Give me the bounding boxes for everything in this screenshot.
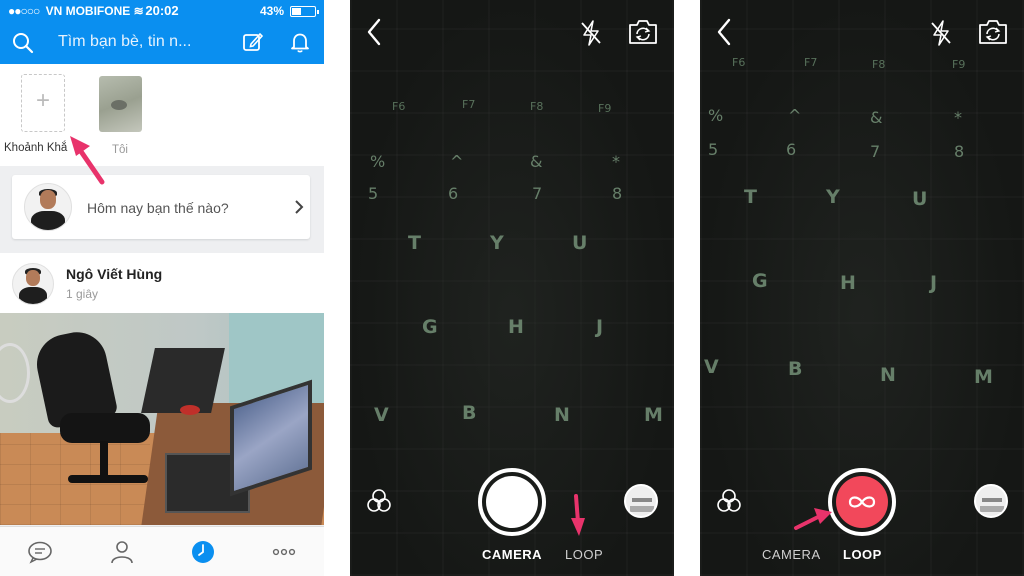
- key-label: *: [612, 152, 620, 171]
- switch-camera-icon[interactable]: [628, 19, 658, 45]
- key-label: %: [370, 152, 386, 171]
- key-label: F7: [804, 56, 818, 69]
- flash-off-icon[interactable]: [580, 20, 602, 46]
- key-label: Y: [490, 232, 504, 254]
- key-label: 8: [954, 142, 965, 161]
- filters-icon[interactable]: [716, 488, 742, 514]
- compose-icon[interactable]: [242, 31, 264, 53]
- shutter-button[interactable]: [478, 468, 546, 536]
- add-moment-button[interactable]: +: [21, 74, 65, 132]
- key-label: ^: [788, 106, 802, 125]
- key-label: B: [462, 402, 477, 424]
- gallery-thumbnail[interactable]: [624, 484, 658, 518]
- key-label: F6: [392, 100, 406, 113]
- mode-loop[interactable]: LOOP: [843, 547, 882, 562]
- feed-screen: ●●○○○ VN MOBIFONE ≋ 20:02 43% Tìm bạn bè…: [0, 0, 324, 576]
- filters-icon[interactable]: [366, 488, 392, 514]
- key-label: N: [554, 404, 570, 426]
- search-input[interactable]: Tìm bạn bè, tin n...: [58, 33, 191, 51]
- key-label: V: [704, 356, 719, 378]
- key-label: ^: [450, 152, 464, 171]
- post-author-avatar[interactable]: [12, 263, 54, 305]
- key-label: J: [596, 316, 604, 338]
- key-label: 5: [708, 140, 719, 159]
- my-moment-thumbnail[interactable]: [99, 76, 142, 132]
- plus-icon: +: [35, 87, 50, 114]
- key-label: H: [840, 272, 856, 294]
- key-label: U: [572, 232, 588, 254]
- avatar: [24, 183, 72, 231]
- key-label: J: [930, 272, 938, 294]
- back-icon[interactable]: [366, 18, 382, 46]
- key-label: M: [974, 366, 993, 388]
- key-label: V: [374, 404, 389, 426]
- search-icon[interactable]: [12, 32, 34, 54]
- messages-icon[interactable]: [27, 539, 53, 565]
- annotation-arrow: [571, 494, 585, 536]
- key-label: B: [788, 358, 803, 380]
- key-label: G: [422, 316, 438, 338]
- chevron-right-icon: [295, 200, 304, 214]
- key-label: &: [530, 152, 543, 171]
- key-label: Y: [826, 186, 840, 208]
- infinity-icon: [848, 496, 876, 508]
- gallery-thumbnail[interactable]: [974, 484, 1008, 518]
- status-composer[interactable]: Hôm nay bạn thế nào?: [12, 175, 310, 239]
- key-label: G: [752, 270, 768, 292]
- post-time: 1 giây: [66, 287, 99, 301]
- key-label: F9: [598, 102, 612, 115]
- key-label: F8: [530, 100, 544, 113]
- key-label: 8: [612, 184, 623, 203]
- key-label: U: [912, 188, 928, 210]
- screenshot-composite: ●●○○○ VN MOBIFONE ≋ 20:02 43% Tìm bạn bè…: [0, 0, 1024, 576]
- annotation-arrow: [70, 136, 105, 185]
- flash-off-icon[interactable]: [930, 20, 952, 46]
- mode-camera[interactable]: CAMERA: [762, 547, 821, 562]
- key-label: 7: [532, 184, 543, 203]
- status-prompt: Hôm nay bạn thế nào?: [87, 200, 229, 216]
- battery-icon: [290, 6, 319, 17]
- loop-record-button[interactable]: [828, 468, 896, 536]
- moments-strip: + Khoảnh Khắ Tôi: [0, 64, 324, 166]
- switch-camera-icon[interactable]: [978, 19, 1008, 45]
- key-label: %: [708, 106, 724, 125]
- battery-percent: 43%: [259, 4, 284, 18]
- status-bar: ●●○○○ VN MOBIFONE ≋ 20:02 43%: [0, 0, 324, 22]
- back-icon[interactable]: [716, 18, 732, 46]
- key-label: F8: [872, 58, 886, 71]
- add-moment-label: Khoảnh Khắ: [4, 142, 68, 154]
- bottom-tab-bar: [0, 526, 324, 576]
- mode-loop[interactable]: LOOP: [565, 547, 603, 562]
- my-moment-label: Tôi: [112, 144, 128, 156]
- camera-screen-camera-mode: F6 F7 F8 F9 % 5 ^ 6 & 7 * 8 T Y U G H J …: [350, 0, 674, 576]
- annotation-arrow: [794, 508, 832, 530]
- contacts-icon[interactable]: [109, 539, 135, 565]
- key-label: 6: [448, 184, 459, 203]
- key-label: F7: [462, 98, 476, 111]
- key-label: 6: [786, 140, 797, 159]
- key-label: F6: [732, 56, 746, 69]
- mode-camera[interactable]: CAMERA: [482, 547, 542, 562]
- post-photo[interactable]: [0, 313, 324, 525]
- key-label: M: [644, 404, 663, 426]
- bell-icon[interactable]: [289, 31, 311, 53]
- key-label: H: [508, 316, 524, 338]
- post-author-name[interactable]: Ngô Viết Hùng: [66, 266, 162, 282]
- timeline-icon[interactable]: [190, 539, 216, 565]
- key-label: T: [744, 186, 757, 208]
- key-label: F9: [952, 58, 966, 71]
- key-label: *: [954, 108, 962, 127]
- more-icon[interactable]: [271, 539, 297, 565]
- key-label: N: [880, 364, 896, 386]
- app-header: Tìm bạn bè, tin n...: [0, 22, 324, 64]
- key-label: &: [870, 108, 883, 127]
- key-label: 5: [368, 184, 379, 203]
- key-label: T: [408, 232, 421, 254]
- post-header: Ngô Viết Hùng 1 giây: [0, 253, 324, 313]
- key-label: 7: [870, 142, 881, 161]
- camera-screen-loop-mode: F6 F7 F8 F9 % 5 ^ 6 & 7 * 8 T Y U G H J …: [700, 0, 1024, 576]
